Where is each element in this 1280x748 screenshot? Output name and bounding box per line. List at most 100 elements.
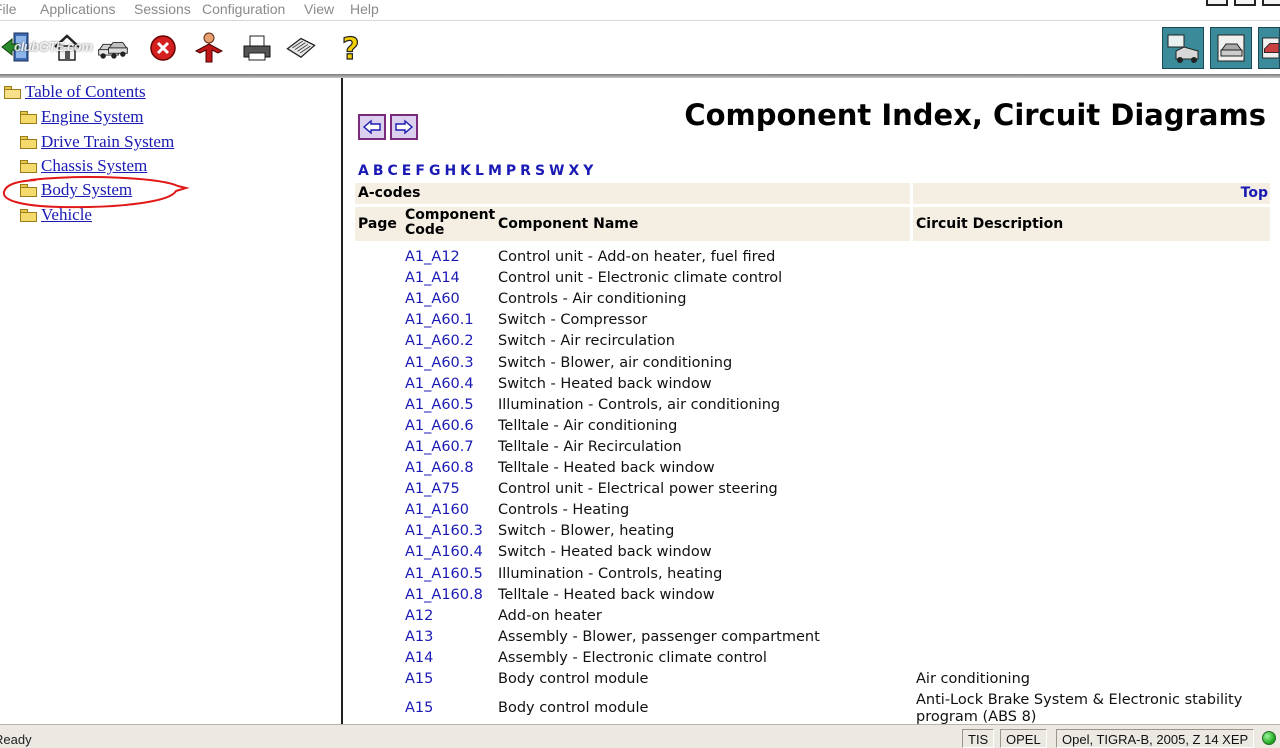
alphabet-link[interactable]: C xyxy=(388,163,398,179)
alphabet-link[interactable]: H xyxy=(444,163,456,179)
help-icon[interactable]: ? xyxy=(336,29,370,65)
component-code-link[interactable]: A1_A60.4 xyxy=(405,376,474,392)
table-row: A1_A60 Controls - Air conditioning xyxy=(355,289,1270,310)
component-name: Telltale - Heated back window xyxy=(498,460,715,476)
component-code-link[interactable]: A1_A60.8 xyxy=(405,460,474,476)
tree-item-drive-train-system[interactable]: Drive Train System xyxy=(20,131,174,153)
tree-item-engine-system[interactable]: Engine System xyxy=(20,106,143,128)
table-row: A1_A12 Control unit - Add-on heater, fuel… xyxy=(355,247,1270,268)
tree-item-label[interactable]: Drive Train System xyxy=(41,132,174,152)
alphabet-link[interactable]: E xyxy=(402,163,412,179)
watermark-text: clubGTE.com xyxy=(14,39,93,54)
arrow-right-icon xyxy=(395,119,414,135)
alphabet-link[interactable]: B xyxy=(373,163,384,179)
menu-file[interactable]: File xyxy=(0,0,17,18)
component-name: Switch - Heated back window xyxy=(498,544,712,561)
component-code-link[interactable]: A1_A75 xyxy=(405,481,460,497)
stop-icon[interactable] xyxy=(146,29,180,65)
alphabet-link[interactable]: S xyxy=(535,163,545,179)
alphabet-link[interactable]: X xyxy=(568,163,579,179)
vehicle-scan-icon[interactable] xyxy=(1210,27,1252,69)
alphabet-link[interactable]: F xyxy=(415,163,425,179)
component-code-link[interactable]: A1_A160.5 xyxy=(405,566,483,582)
alphabet-link[interactable]: K xyxy=(460,163,471,179)
tree-item-label[interactable]: Chassis System xyxy=(41,156,147,176)
component-code-link[interactable]: A1_A60.2 xyxy=(405,333,474,349)
alphabet-link[interactable]: G xyxy=(429,163,441,179)
table-row: A15 Body control module Anti-Lock Brake Sy… xyxy=(355,690,1270,724)
minimize-button[interactable] xyxy=(1206,0,1228,6)
component-code-link[interactable]: A1_A60.1 xyxy=(405,312,474,328)
person-icon[interactable] xyxy=(192,29,226,65)
status-field-vehicle: Opel, TIGRA-B, 2005, Z 14 XEP xyxy=(1056,729,1255,748)
component-code-link[interactable]: A1_A160.8 xyxy=(405,587,483,603)
maximize-button[interactable] xyxy=(1234,0,1256,6)
folder-icon xyxy=(20,135,37,149)
alphabet-link[interactable]: M xyxy=(488,163,502,179)
component-code-link[interactable]: A1_A60.7 xyxy=(405,439,474,455)
tree-item-chassis-system[interactable]: Chassis System xyxy=(20,155,147,177)
status-field-tis: TIS xyxy=(962,729,995,748)
column-header-code: Component Code xyxy=(405,208,495,238)
component-name: Controls - Heating xyxy=(498,502,630,519)
component-code-link[interactable]: A1_A14 xyxy=(405,270,460,286)
component-code-link[interactable]: A1_A160 xyxy=(405,502,469,518)
alphabet-link[interactable]: Y xyxy=(583,163,593,179)
component-code-link[interactable]: A1_A160.3 xyxy=(405,523,483,539)
column-header-page: Page xyxy=(358,216,397,232)
back-button[interactable] xyxy=(358,114,386,140)
component-code-link[interactable]: A14 xyxy=(405,650,433,666)
component-name: Illumination - Controls, heating xyxy=(498,565,723,582)
tree-item-label[interactable]: Engine System xyxy=(41,107,143,127)
alphabet-link[interactable]: R xyxy=(520,163,531,179)
page-title: Component Index, Circuit Diagrams xyxy=(684,98,1266,132)
alphabet-link[interactable]: A xyxy=(358,163,369,179)
alphabet-link[interactable]: P xyxy=(506,163,516,179)
component-code-link[interactable]: A15 xyxy=(405,700,433,716)
component-code-link[interactable]: A1_A60.5 xyxy=(405,397,474,413)
table-row: A1_A160.4 Switch - Heated back window xyxy=(355,542,1270,563)
diagnostics-icon[interactable] xyxy=(1162,27,1204,69)
table-row: A1_A60.1 Switch - Compressor xyxy=(355,310,1270,331)
component-name: Body control module xyxy=(498,700,649,717)
vehicle-settings-icon[interactable] xyxy=(1258,27,1280,69)
component-code-link[interactable]: A1_A60 xyxy=(405,291,460,307)
table-row: A1_A160 Controls - Heating xyxy=(355,500,1270,521)
column-header-description: Circuit Description xyxy=(916,216,1064,232)
alphabet-link[interactable]: L xyxy=(475,163,484,179)
menu-help[interactable]: Help xyxy=(350,0,379,18)
component-code-link[interactable]: A15 xyxy=(405,671,433,687)
top-link[interactable]: Top xyxy=(1241,185,1268,201)
forward-button[interactable] xyxy=(390,114,418,140)
table-row: A1_A60.3 Switch - Blower, air conditionin… xyxy=(355,353,1270,374)
component-name: Illumination - Controls, air conditionin… xyxy=(498,396,781,413)
component-code-link[interactable]: A1_A160.4 xyxy=(405,544,483,560)
table-row: A1_A75 Control unit - Electrical power st… xyxy=(355,479,1270,500)
component-code-link[interactable]: A1_A12 xyxy=(405,249,460,265)
menu-sessions[interactable]: Sessions xyxy=(134,0,191,18)
component-code-link[interactable]: A13 xyxy=(405,629,433,645)
menu-view[interactable]: View xyxy=(304,0,334,18)
table-row: A1_A160.5 Illumination - Controls, heatin… xyxy=(355,564,1270,585)
component-code-link[interactable]: A1_A60.6 xyxy=(405,418,474,434)
menu-configuration[interactable]: Configuration xyxy=(202,0,285,18)
open-folder-icon xyxy=(4,85,21,99)
close-window-button[interactable] xyxy=(1262,0,1280,6)
table-row: A1_A60.4 Switch - Heated back window xyxy=(355,374,1270,395)
table-row: A1_A160.8 Telltale - Heated back window xyxy=(355,585,1270,606)
tree-root-link[interactable]: Table of Contents xyxy=(25,82,146,102)
alphabet-link[interactable]: W xyxy=(549,163,564,179)
print-icon[interactable] xyxy=(240,29,274,65)
table-row: A14 Assembly - Electronic climate control xyxy=(355,648,1270,669)
menu-applications[interactable]: Applications xyxy=(40,0,116,18)
tree-root[interactable]: Table of Contents xyxy=(4,81,146,103)
component-code-link[interactable]: A1_A60.3 xyxy=(405,355,474,371)
table-row: A1_A60.6 Telltale - Air conditioning xyxy=(355,416,1270,437)
menu-bar: File Applications Sessions Configuration… xyxy=(0,0,1280,20)
vehicles-icon[interactable] xyxy=(96,29,130,65)
table-row: A15 Body control module Air conditioning xyxy=(355,669,1270,690)
component-name: Switch - Blower, air conditioning xyxy=(498,354,733,371)
notes-icon[interactable] xyxy=(284,29,318,65)
table-row: A13 Assembly - Blower, passenger compartm… xyxy=(355,627,1270,648)
component-code-link[interactable]: A12 xyxy=(405,608,433,624)
